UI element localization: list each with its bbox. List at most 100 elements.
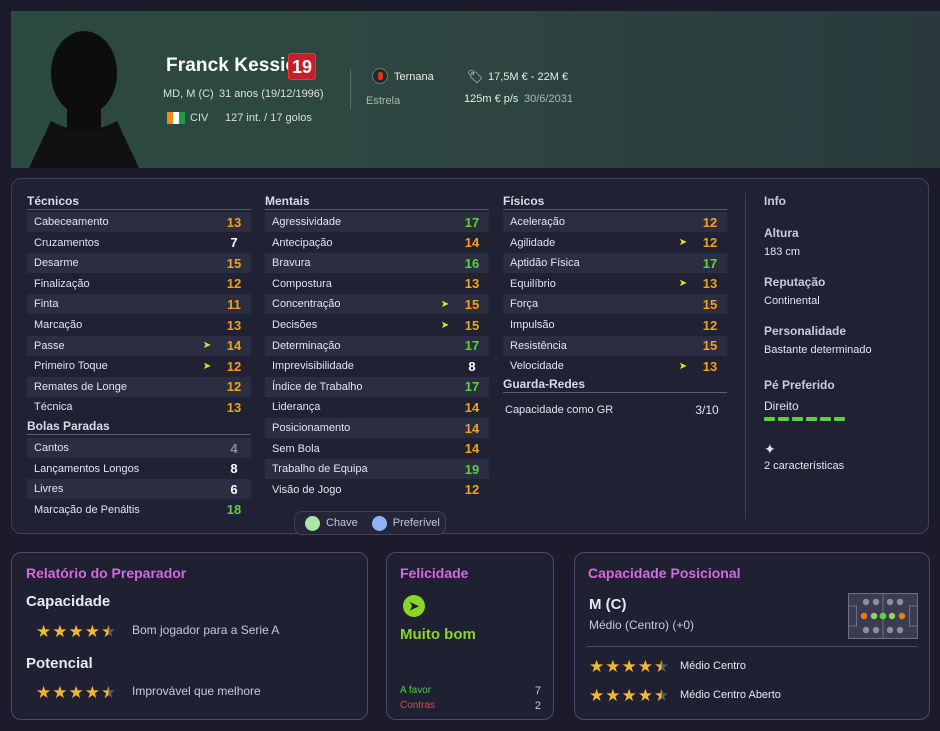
attribute-row[interactable]: Força 15 (503, 294, 727, 315)
attribute-row[interactable]: Remates de Longe 12 (27, 376, 251, 397)
attribute-value: 11 (227, 296, 241, 312)
attribute-row[interactable]: Trabalho de Equipa 19 (265, 459, 489, 480)
attribute-label: Posicionamento (272, 422, 351, 434)
attribute-value: 12 (702, 214, 718, 230)
star-icon: ★ (654, 657, 670, 676)
attribute-value: 12 (226, 379, 242, 395)
attribute-row[interactable]: Antecipação 14 (265, 233, 489, 253)
attribute-row[interactable]: Concentração ➤ 15 (265, 294, 489, 315)
attribute-value: 14 (226, 338, 242, 354)
attribute-row[interactable]: Lançamentos Longos 8 (27, 459, 251, 479)
potential-label: Potencial (26, 655, 93, 672)
height-label: Altura (764, 226, 799, 240)
attribute-row[interactable]: Aceleração 12 (503, 212, 727, 232)
attributes-legend: Chave Preferível (294, 511, 446, 535)
attribute-row[interactable]: Bravura 16 (265, 253, 489, 274)
attribute-row[interactable]: Cabeceamento 13 (27, 212, 251, 232)
attribute-row[interactable]: Decisões ➤ 15 (265, 315, 489, 335)
star-icon: ★ (637, 657, 653, 676)
attribute-row[interactable]: Velocidade ➤ 13 (503, 356, 727, 376)
attribute-row[interactable]: Imprevisibilidade 8 (265, 356, 489, 376)
star-icon: ★ (621, 686, 637, 705)
attribute-row[interactable]: Determinação 17 (265, 335, 489, 356)
group-divider (27, 434, 251, 435)
attribute-label: Resistência (510, 339, 567, 352)
attribute-row[interactable]: Compostura 13 (265, 274, 489, 294)
star-icon: ★ (52, 622, 68, 641)
key-attribute-arrow-icon: ➤ (678, 360, 688, 372)
attribute-label: Lançamentos Longos (34, 462, 140, 475)
attribute-row[interactable]: Impulsão 12 (503, 315, 727, 335)
attribute-row[interactable]: Finta 11 (27, 294, 251, 315)
attribute-row[interactable]: Técnica 13 (27, 397, 251, 417)
attribute-label: Velocidade (510, 360, 564, 373)
attribute-row[interactable]: Marcação de Penáltis 18 (27, 500, 251, 520)
header-divider (350, 69, 351, 109)
attribute-row[interactable]: Equilíbrio ➤ 13 (503, 274, 727, 294)
attribute-row[interactable]: Primeiro Toque ➤ 12 (27, 356, 251, 376)
attribute-row[interactable]: Cruzamentos 7 (27, 233, 251, 253)
ability-label: Capacidade (26, 593, 111, 610)
happy-status-icon: ➤ (403, 595, 425, 617)
attribute-value: 16 (464, 255, 480, 271)
attribute-row[interactable]: Finalização 12 (27, 274, 251, 294)
preferred-dot-icon (371, 515, 387, 531)
group-divider (503, 209, 727, 210)
squad-status: Estrela (366, 95, 401, 107)
contras-count: 2 (534, 700, 541, 712)
attribute-row[interactable]: Aptidão Física 17 (503, 253, 727, 274)
preferred-foot-label: Pé Preferido (764, 378, 835, 392)
star-icon: ★ (637, 686, 653, 705)
attribute-row[interactable]: Cantos 4 (27, 438, 251, 458)
positional-title: Capacidade Posicional (588, 565, 741, 581)
attribute-label: Liderança (272, 401, 321, 414)
attributes-panel: Técnicos Cabeceamento 13 Cruzamentos 7 Desar… (11, 178, 929, 535)
main-position: M (C) (589, 596, 627, 613)
attribute-label: Primeiro Toque (34, 360, 108, 373)
preferred-foot-value: Direito (764, 399, 799, 413)
key-dot-icon (305, 515, 320, 531)
height-value: 183 cm (764, 246, 801, 258)
attribute-row[interactable]: Desarme 15 (27, 253, 251, 274)
attribute-value: 12 (702, 317, 718, 333)
ivory-coast-flag-icon (167, 112, 185, 124)
player-silhouette-icon (29, 31, 139, 168)
role-label-0[interactable]: Médio Centro (680, 660, 746, 672)
traits-count[interactable]: 2 características (764, 460, 844, 472)
attribute-value: 12 (226, 358, 242, 374)
club-name[interactable]: Ternana (394, 71, 434, 83)
foot-strength-bar (764, 417, 845, 421)
attribute-label: Equilíbrio (510, 277, 556, 290)
attribute-value: 14 (464, 441, 480, 457)
key-attribute-arrow-icon: ➤ (678, 237, 688, 249)
attribute-value: 15 (702, 296, 718, 312)
star-icon: ★ (68, 683, 84, 702)
attribute-row[interactable]: Liderança 14 (265, 397, 489, 417)
attribute-row[interactable]: Livres 6 (27, 479, 251, 500)
group-divider (503, 392, 727, 393)
group-title-guarda-redes: Guarda-Redes (503, 377, 586, 391)
attribute-value: 19 (464, 461, 480, 477)
role-label-1[interactable]: Médio Centro Aberto (680, 689, 781, 701)
key-attribute-arrow-icon: ➤ (440, 298, 450, 310)
attribute-row[interactable]: Marcação 13 (27, 315, 251, 335)
favor-label: A favor (400, 685, 432, 696)
attribute-row[interactable]: Visão de Jogo 12 (265, 480, 489, 500)
attribute-label: Índice de Trabalho (272, 380, 363, 393)
attribute-label: Bravura (272, 257, 311, 270)
attribute-row[interactable]: Sem Bola 14 (265, 439, 489, 459)
attribute-value: 12 (464, 482, 480, 498)
price-tag-icon: 🏷 (467, 69, 484, 84)
attribute-value: 15 (464, 317, 480, 333)
attribute-value: 17 (464, 214, 480, 230)
attribute-row[interactable]: Agilidade ➤ 12 (503, 233, 727, 253)
attribute-row[interactable]: Passe ➤ 14 (27, 335, 251, 356)
attribute-row[interactable]: Índice de Trabalho 17 (265, 376, 489, 397)
attribute-row[interactable]: Agressividade 17 (265, 212, 489, 232)
positional-ability-card: Capacidade Posicional M (C) Médio (Centr… (574, 552, 930, 720)
attribute-row[interactable]: Resistência 15 (503, 335, 727, 356)
attribute-row[interactable]: Posicionamento 14 (265, 418, 489, 438)
attribute-value: 6 (230, 481, 238, 497)
nationality[interactable]: CIV (190, 112, 208, 124)
attribute-value: 7 (230, 235, 238, 251)
